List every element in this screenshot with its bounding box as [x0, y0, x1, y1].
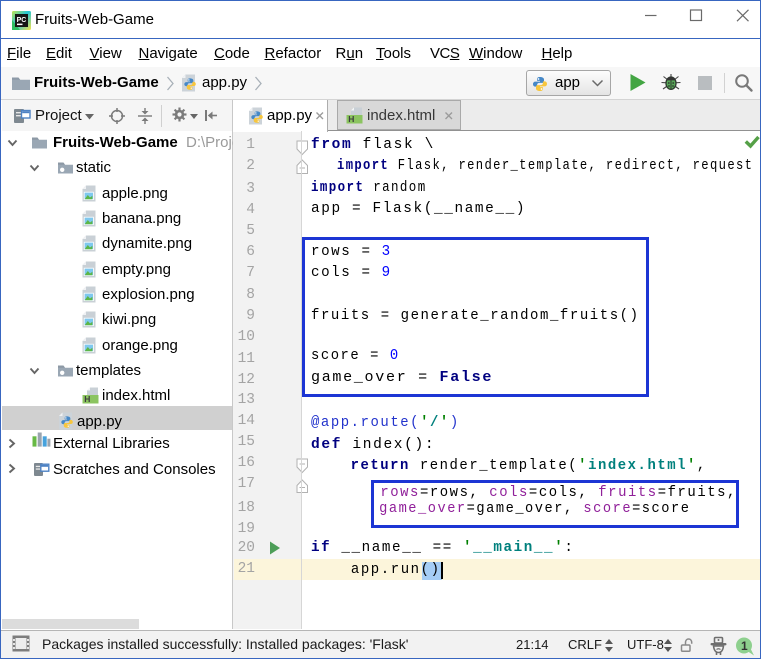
svg-text:1: 1 — [741, 639, 748, 653]
svg-text:H: H — [84, 395, 90, 405]
svg-text:PC: PC — [17, 17, 27, 24]
svg-text:H: H — [348, 114, 354, 124]
